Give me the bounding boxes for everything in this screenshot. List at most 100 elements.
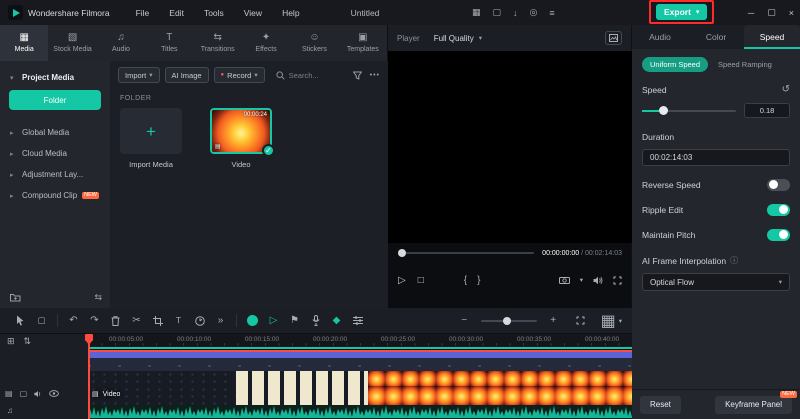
video-clip[interactable]: ▤ Video bbox=[88, 386, 632, 405]
more-tools-icon[interactable]: » bbox=[210, 315, 231, 326]
zoom-out-icon[interactable]: − bbox=[454, 315, 475, 326]
crop-icon[interactable] bbox=[147, 315, 168, 326]
mark-out-icon[interactable]: } bbox=[477, 275, 480, 286]
maintain-pitch-toggle[interactable] bbox=[767, 228, 790, 241]
import-button[interactable]: Import ▾ bbox=[118, 67, 160, 83]
export-button[interactable]: Export ▾ bbox=[656, 4, 708, 20]
marker-flag-icon[interactable]: ⚑ bbox=[284, 315, 305, 326]
sidebar-item-global-media[interactable]: ▸ Global Media bbox=[0, 122, 110, 143]
mark-in-icon[interactable]: { bbox=[464, 275, 467, 286]
sidebar-item-compound-clip[interactable]: ▸ Compound Clip NEW bbox=[0, 185, 110, 206]
close-button[interactable]: × bbox=[789, 8, 794, 18]
video-thumbnail[interactable]: 00:00:24 ▤ ✓ bbox=[210, 108, 275, 157]
tab-transitions[interactable]: ⇆ Transitions bbox=[194, 25, 242, 61]
render-preview-icon[interactable]: ▷ bbox=[263, 315, 284, 326]
pointer-tool-icon[interactable] bbox=[10, 315, 31, 326]
marker-emoji-icon[interactable] bbox=[242, 315, 263, 326]
overlay-clip[interactable] bbox=[88, 350, 632, 386]
download-icon[interactable]: ↓ bbox=[513, 8, 518, 18]
playhead-line[interactable] bbox=[88, 334, 90, 419]
more-options-icon[interactable]: ••• bbox=[370, 72, 380, 79]
menu-edit[interactable]: Edit bbox=[159, 8, 194, 18]
voiceover-icon[interactable] bbox=[305, 315, 326, 326]
tab-effects[interactable]: ✦ Effects bbox=[242, 25, 290, 61]
fit-timeline-icon[interactable] bbox=[570, 316, 591, 325]
timeline-ruler[interactable]: 00:00:05:00 00:00:10:00 00:00:15:00 00:0… bbox=[88, 334, 632, 346]
text-tool-icon[interactable]: T bbox=[168, 316, 189, 325]
speed-slider[interactable] bbox=[642, 106, 736, 115]
zoom-slider[interactable] bbox=[480, 316, 537, 325]
quality-dropdown[interactable]: Full Quality ▾ bbox=[434, 34, 482, 43]
reset-speed-icon[interactable]: ↺ bbox=[782, 84, 790, 95]
screen-record-icon[interactable]: ▢ bbox=[493, 7, 502, 18]
tab-stock-media[interactable]: ▧ Stock Media bbox=[48, 25, 96, 61]
search-box[interactable] bbox=[276, 70, 348, 80]
duration-field[interactable]: 00:02:14:03 bbox=[642, 149, 790, 166]
menu-help[interactable]: Help bbox=[272, 8, 309, 18]
audio-clip[interactable] bbox=[88, 405, 632, 419]
preview-window-button[interactable] bbox=[605, 31, 622, 45]
speed-tool-icon[interactable] bbox=[189, 315, 210, 326]
collapsed-track[interactable] bbox=[88, 347, 632, 349]
tab-media[interactable]: ▦ Media bbox=[0, 25, 49, 61]
adjust-tracks-icon[interactable]: ⇅ bbox=[24, 336, 32, 347]
range-select-icon[interactable]: ▢ bbox=[31, 316, 52, 325]
zoom-in-icon[interactable]: + bbox=[543, 315, 564, 326]
menu-view[interactable]: View bbox=[234, 8, 272, 18]
tab-speed[interactable]: Speed bbox=[744, 25, 800, 49]
collapse-panel-icon[interactable]: ⇆ bbox=[94, 292, 102, 303]
panel-layout-icon[interactable]: ▦ bbox=[472, 7, 481, 18]
stop-button[interactable]: □ bbox=[418, 275, 424, 286]
track-manager-button[interactable]: ▦ ▾ bbox=[601, 311, 622, 331]
tab-audio[interactable]: Audio bbox=[632, 25, 688, 49]
reset-button[interactable]: Reset bbox=[640, 395, 681, 414]
ai-image-button[interactable]: AI Image bbox=[164, 67, 209, 83]
speed-value-field[interactable]: 0.18 bbox=[744, 103, 790, 118]
minimize-button[interactable]: ─ bbox=[748, 8, 754, 18]
sidebar-item-cloud-media[interactable]: ▸ Cloud Media bbox=[0, 143, 110, 164]
info-icon[interactable]: ⓘ bbox=[730, 255, 738, 266]
import-media-dropzone[interactable]: + bbox=[120, 108, 182, 154]
uniform-speed-subtab[interactable]: Uniform Speed bbox=[642, 57, 709, 72]
speed-ramping-subtab[interactable]: Speed Ramping bbox=[718, 60, 772, 69]
zoom-slider-handle[interactable] bbox=[503, 316, 511, 325]
tab-audio[interactable]: ♫ Audio bbox=[97, 25, 145, 61]
scrubber-handle[interactable] bbox=[398, 249, 406, 257]
track-eye-icon[interactable] bbox=[49, 390, 59, 397]
sidebar-item-folder[interactable]: Folder bbox=[9, 90, 101, 110]
audio-track-icon[interactable]: ♫ bbox=[7, 406, 13, 415]
export-chevron-icon[interactable]: ▾ bbox=[696, 8, 700, 16]
speaker-icon[interactable] bbox=[593, 276, 603, 285]
import-media-tile[interactable]: + Import Media bbox=[120, 108, 182, 169]
redo-icon[interactable]: ↷ bbox=[84, 315, 105, 326]
record-button[interactable]: ● Record ▾ bbox=[213, 67, 265, 83]
chevron-down-icon[interactable]: ▾ bbox=[580, 276, 583, 284]
filter-icon[interactable] bbox=[352, 71, 362, 80]
split-icon[interactable]: ✂ bbox=[126, 315, 147, 326]
add-track-icon[interactable]: ⊞ bbox=[7, 336, 15, 347]
resource-icon[interactable]: ◎ bbox=[530, 7, 538, 18]
play-button[interactable]: ▷ bbox=[398, 275, 406, 286]
track-lock-icon[interactable]: ▢ bbox=[20, 389, 28, 398]
video-clip-tile[interactable]: 00:00:24 ▤ ✓ Video bbox=[210, 108, 275, 169]
track-mute-icon[interactable] bbox=[34, 390, 42, 398]
maximize-button[interactable]: ▢ bbox=[767, 7, 776, 18]
ripple-edit-toggle[interactable] bbox=[767, 203, 790, 216]
tab-titles[interactable]: T Titles bbox=[145, 25, 193, 61]
undo-icon[interactable]: ↶ bbox=[63, 315, 84, 326]
tab-templates[interactable]: ▣ Templates bbox=[339, 25, 387, 61]
menu-file[interactable]: File bbox=[126, 8, 160, 18]
sidebar-item-project-media[interactable]: ▾ Project Media bbox=[0, 67, 110, 88]
tab-stickers[interactable]: ☺ Stickers bbox=[290, 25, 338, 61]
track-film-icon[interactable]: ▤ bbox=[5, 389, 13, 398]
interpolation-select[interactable]: Optical Flow ▾ bbox=[642, 273, 790, 291]
mixer-icon[interactable] bbox=[347, 316, 368, 325]
tab-color[interactable]: Color bbox=[688, 25, 744, 49]
more-menu-icon[interactable]: ≡ bbox=[549, 8, 554, 18]
keyframe-icon[interactable]: ◆ bbox=[326, 315, 347, 326]
snapshot-camera-icon[interactable] bbox=[558, 276, 570, 284]
delete-icon[interactable] bbox=[105, 315, 126, 326]
playhead-handle[interactable] bbox=[85, 334, 93, 345]
player-scrubber[interactable] bbox=[398, 249, 535, 257]
fullscreen-icon[interactable] bbox=[613, 276, 622, 285]
